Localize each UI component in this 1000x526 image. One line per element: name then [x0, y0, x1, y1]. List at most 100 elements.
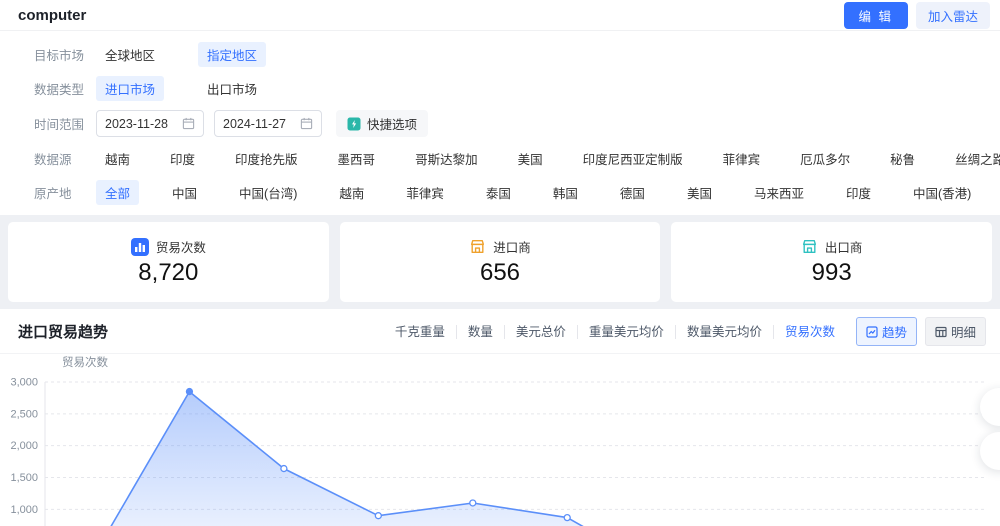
metric-tab[interactable]: 重量美元均价: [578, 325, 676, 339]
origin-option[interactable]: 中国(香港): [904, 180, 980, 205]
trend-area-chart: 贸易次数05001,0001,5002,0002,5003,0002023-11…: [0, 354, 1000, 526]
quick-options-label: 快捷选项: [367, 114, 417, 133]
data-source-option[interactable]: 印度抢先版: [226, 146, 307, 171]
data-source-option[interactable]: 菲律宾: [714, 146, 770, 171]
data-type-option[interactable]: 出口市场: [198, 76, 266, 101]
filter-row-data-type: 数据类型 进口市场 出口市场: [34, 76, 982, 101]
trend-header: 进口贸易趋势 千克重量数量美元总价重量美元均价数量美元均价贸易次数 趋势 明细: [0, 309, 1000, 354]
data-source-option[interactable]: 越南: [96, 146, 139, 171]
origin-option[interactable]: 泰国: [477, 180, 520, 205]
data-source-option[interactable]: 秘鲁: [881, 146, 924, 171]
data-source-option[interactable]: 哥斯达黎加: [406, 146, 487, 171]
filter-row-data-source: 数据源 越南印度印度抢先版墨西哥哥斯达黎加美国印度尼西亚定制版菲律宾厄瓜多尔秘鲁…: [34, 146, 982, 171]
page-title: computer: [18, 7, 86, 24]
filter-label: 数据源: [34, 149, 96, 168]
data-source-option[interactable]: 印度尼西亚定制版: [574, 146, 692, 171]
filter-row-origin: 原产地 全部中国中国(台湾)越南菲律宾泰国韩国德国美国马来西亚印度中国(香港)印…: [34, 180, 982, 205]
edit-button[interactable]: 编 辑: [844, 2, 908, 29]
filter-label: 数据类型: [34, 79, 96, 98]
filter-label: 时间范围: [34, 114, 96, 133]
data-source-option[interactable]: 美国: [509, 146, 552, 171]
filter-row-target-market: 目标市场 全球地区 指定地区: [34, 42, 982, 67]
data-point[interactable]: [281, 466, 287, 472]
trend-title: 进口贸易趋势: [18, 321, 108, 342]
metric-tab[interactable]: 千克重量: [384, 325, 457, 339]
view-button-label: 趋势: [882, 322, 907, 341]
quick-options-icon: [347, 117, 361, 131]
y-tick-label: 2,500: [10, 408, 38, 420]
stat-value: 993: [812, 259, 852, 287]
add-to-radar-button[interactable]: 加入雷达: [916, 2, 990, 29]
data-type-options: 进口市场 出口市场: [96, 76, 266, 101]
data-type-option[interactable]: 进口市场: [96, 76, 164, 101]
origin-option[interactable]: 马来西亚: [745, 180, 813, 205]
filter-row-date-range: 时间范围 2023-11-28 2024-11-27 快捷选项: [34, 110, 982, 137]
start-date-input[interactable]: 2023-11-28: [96, 110, 204, 137]
stat-card: 出口商 993: [671, 222, 992, 302]
line-chart-icon: [866, 326, 878, 338]
metric-tab[interactable]: 贸易次数: [774, 325, 846, 339]
bar-chart-icon: [131, 238, 149, 256]
view-button-label: 明细: [951, 322, 976, 341]
data-source-option[interactable]: 丝绸之路: [946, 146, 1000, 171]
importer-shop-icon: [469, 238, 486, 255]
topbar-actions: 编 辑 加入雷达: [844, 2, 991, 29]
stat-cards: 贸易次数 8,720 进口商 656 出口商 993: [0, 215, 1000, 309]
data-source-option[interactable]: 厄瓜多尔: [791, 146, 859, 171]
data-source-options: 越南印度印度抢先版墨西哥哥斯达黎加美国印度尼西亚定制版菲律宾厄瓜多尔秘鲁丝绸之路…: [96, 146, 1000, 171]
origin-option[interactable]: 中国(台湾): [230, 180, 306, 205]
y-tick-label: 3,000: [10, 377, 38, 389]
filter-panel: 目标市场 全球地区 指定地区 数据类型 进口市场 出口市场 时间范围 2023-11…: [0, 31, 1000, 215]
floating-button-stack: [980, 388, 1000, 476]
metric-tabs: 千克重量数量美元总价重量美元均价数量美元均价贸易次数: [384, 325, 846, 339]
origin-options: 全部中国中国(台湾)越南菲律宾泰国韩国德国美国马来西亚印度中国(香港)印度尼西亚…: [96, 180, 1000, 205]
exporter-shop-icon: [801, 238, 818, 255]
filter-label: 目标市场: [34, 45, 96, 64]
origin-option[interactable]: 德国: [611, 180, 654, 205]
stat-card: 贸易次数 8,720: [8, 222, 329, 302]
trend-area: [95, 392, 945, 526]
view-button-detail[interactable]: 明细: [925, 317, 986, 346]
stat-value: 8,720: [138, 259, 198, 287]
y-axis-title: 贸易次数: [62, 355, 108, 369]
stat-card: 进口商 656: [340, 222, 661, 302]
origin-option[interactable]: 中国: [163, 180, 206, 205]
end-date-input[interactable]: 2024-11-27: [214, 110, 322, 137]
target-market-option[interactable]: 全球地区: [96, 42, 164, 67]
y-tick-label: 1,000: [10, 504, 38, 516]
origin-option[interactable]: 全部: [96, 180, 139, 205]
data-source-option[interactable]: 印度: [161, 146, 204, 171]
stat-label: 进口商: [493, 237, 531, 256]
origin-option[interactable]: 印度: [837, 180, 880, 205]
start-date-value: 2023-11-28: [105, 117, 168, 131]
metric-tab[interactable]: 美元总价: [505, 325, 578, 339]
table-icon: [935, 326, 947, 338]
quick-options-button[interactable]: 快捷选项: [336, 110, 428, 137]
stat-label: 贸易次数: [156, 237, 206, 256]
metric-tab[interactable]: 数量: [457, 325, 505, 339]
calendar-icon: [182, 117, 195, 130]
data-point[interactable]: [186, 389, 192, 395]
stat-label: 出口商: [825, 237, 863, 256]
origin-option[interactable]: 韩国: [544, 180, 587, 205]
target-market-options: 全球地区 指定地区: [96, 42, 266, 67]
end-date-value: 2024-11-27: [223, 117, 286, 131]
stat-value: 656: [480, 259, 520, 287]
data-source-option[interactable]: 墨西哥: [329, 146, 385, 171]
view-button-trend[interactable]: 趋势: [856, 317, 917, 346]
top-bar: computer 编 辑 加入雷达: [0, 0, 1000, 31]
view-buttons: 趋势 明细: [856, 317, 986, 346]
y-tick-label: 2,000: [10, 440, 38, 452]
floating-button[interactable]: [980, 388, 1000, 426]
origin-option[interactable]: 美国: [678, 180, 721, 205]
data-point[interactable]: [564, 515, 570, 521]
floating-button[interactable]: [980, 432, 1000, 470]
origin-option[interactable]: 越南: [330, 180, 373, 205]
origin-option[interactable]: 菲律宾: [397, 180, 453, 205]
data-point[interactable]: [470, 500, 476, 506]
metric-tab[interactable]: 数量美元均价: [676, 325, 774, 339]
calendar-icon: [300, 117, 313, 130]
data-point[interactable]: [375, 513, 381, 519]
target-market-option[interactable]: 指定地区: [198, 42, 266, 67]
trend-panel: 进口贸易趋势 千克重量数量美元总价重量美元均价数量美元均价贸易次数 趋势明细 贸…: [0, 309, 1000, 526]
